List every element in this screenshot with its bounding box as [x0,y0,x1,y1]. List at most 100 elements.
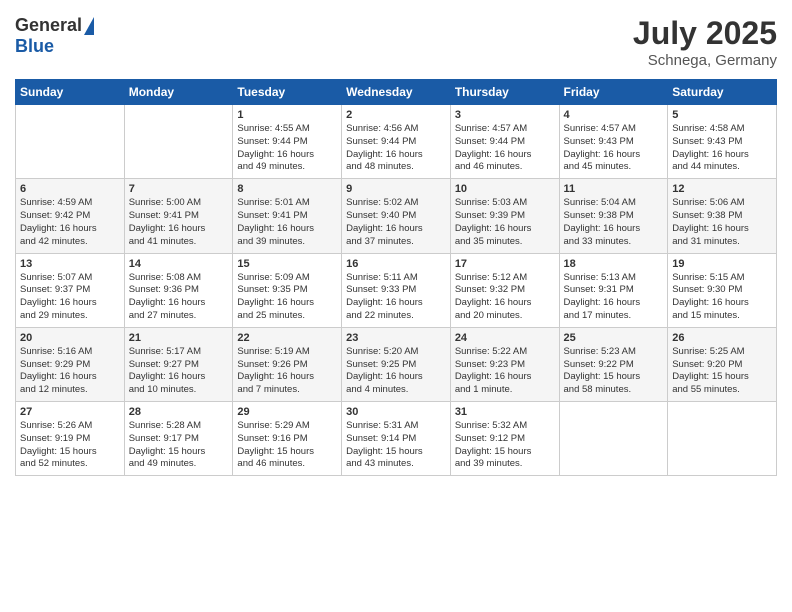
calendar-cell: 26 Sunrise: 5:25 AM Sunset: 9:20 PM Dayli… [668,327,777,401]
day-info: Sunrise: 5:15 AM Sunset: 9:30 PM Dayligh… [672,272,772,323]
day-number: 3 [455,109,555,121]
day-number: 2 [346,109,446,121]
day-info: Sunrise: 5:23 AM Sunset: 9:22 PM Dayligh… [564,346,664,397]
day-number: 14 [129,258,229,270]
calendar-cell: 20Sunrise: 5:16 AM Sunset: 9:29 PM Dayli… [16,327,125,401]
day-info: Sunrise: 4:59 AM Sunset: 9:42 PM Dayligh… [20,197,120,248]
day-info: Sunrise: 5:07 AM Sunset: 9:37 PM Dayligh… [20,272,120,323]
day-number: 18 [564,258,664,270]
weekday-header-row: SundayMondayTuesdayWednesdayThursdayFrid… [16,80,777,105]
weekday-header-saturday: Saturday [668,80,777,105]
calendar-cell: 29 Sunrise: 5:29 AM Sunset: 9:16 PM Dayli… [233,402,342,476]
day-number: 28 [129,406,229,418]
calendar-cell: 1Sunrise: 4:55 AM Sunset: 9:44 PM Daylig… [233,105,342,179]
day-info: Sunrise: 5:11 AM Sunset: 9:33 PM Dayligh… [346,272,446,323]
weekday-header-sunday: Sunday [16,80,125,105]
calendar-cell: 12 Sunrise: 5:06 AM Sunset: 9:38 PM Dayli… [668,179,777,253]
calendar-week-row: 6 Sunrise: 4:59 AM Sunset: 9:42 PM Daylig… [16,179,777,253]
day-info: Sunrise: 5:22 AM Sunset: 9:23 PM Dayligh… [455,346,555,397]
day-info: Sunrise: 5:09 AM Sunset: 9:35 PM Dayligh… [237,272,337,323]
day-number: 11 [564,183,664,195]
calendar-cell: 2 Sunrise: 4:56 AM Sunset: 9:44 PM Daylig… [342,105,451,179]
weekday-header-wednesday: Wednesday [342,80,451,105]
calendar-cell: 8Sunrise: 5:01 AM Sunset: 9:41 PM Daylig… [233,179,342,253]
day-number: 19 [672,258,772,270]
day-number: 10 [455,183,555,195]
calendar-cell: 31 Sunrise: 5:32 AM Sunset: 9:12 PM Dayli… [450,402,559,476]
calendar-week-row: 27Sunrise: 5:26 AM Sunset: 9:19 PM Dayli… [16,402,777,476]
day-info: Sunrise: 5:02 AM Sunset: 9:40 PM Dayligh… [346,197,446,248]
calendar-cell: 7 Sunrise: 5:00 AM Sunset: 9:41 PM Daylig… [124,179,233,253]
calendar-cell: 17 Sunrise: 5:12 AM Sunset: 9:32 PM Dayli… [450,253,559,327]
day-info: Sunrise: 5:20 AM Sunset: 9:25 PM Dayligh… [346,346,446,397]
calendar-cell: 4Sunrise: 4:57 AM Sunset: 9:43 PM Daylig… [559,105,668,179]
day-number: 24 [455,332,555,344]
day-info: Sunrise: 5:16 AM Sunset: 9:29 PM Dayligh… [20,346,120,397]
day-info: Sunrise: 4:56 AM Sunset: 9:44 PM Dayligh… [346,123,446,174]
calendar-cell: 22Sunrise: 5:19 AM Sunset: 9:26 PM Dayli… [233,327,342,401]
logo-triangle-icon [84,17,94,35]
calendar-cell: 11 Sunrise: 5:04 AM Sunset: 9:38 PM Dayli… [559,179,668,253]
day-info: Sunrise: 5:29 AM Sunset: 9:16 PM Dayligh… [237,420,337,471]
calendar-cell: 13Sunrise: 5:07 AM Sunset: 9:37 PM Dayli… [16,253,125,327]
day-number: 25 [564,332,664,344]
day-number: 16 [346,258,446,270]
weekday-header-thursday: Thursday [450,80,559,105]
day-info: Sunrise: 5:25 AM Sunset: 9:20 PM Dayligh… [672,346,772,397]
calendar-cell: 16 Sunrise: 5:11 AM Sunset: 9:33 PM Dayli… [342,253,451,327]
day-info: Sunrise: 5:26 AM Sunset: 9:19 PM Dayligh… [20,420,120,471]
day-info: Sunrise: 5:31 AM Sunset: 9:14 PM Dayligh… [346,420,446,471]
day-number: 21 [129,332,229,344]
day-number: 31 [455,406,555,418]
calendar-cell: 28 Sunrise: 5:28 AM Sunset: 9:17 PM Dayli… [124,402,233,476]
day-info: Sunrise: 5:32 AM Sunset: 9:12 PM Dayligh… [455,420,555,471]
calendar-cell [668,402,777,476]
calendar-week-row: 1Sunrise: 4:55 AM Sunset: 9:44 PM Daylig… [16,105,777,179]
day-info: Sunrise: 5:12 AM Sunset: 9:32 PM Dayligh… [455,272,555,323]
day-number: 12 [672,183,772,195]
day-number: 6 [20,183,120,195]
day-info: Sunrise: 4:58 AM Sunset: 9:43 PM Dayligh… [672,123,772,174]
page-header: General Blue July 2025 Schnega, Germany [15,15,777,69]
day-number: 9 [346,183,446,195]
logo-blue-text: Blue [15,36,54,57]
calendar-cell: 10 Sunrise: 5:03 AM Sunset: 9:39 PM Dayli… [450,179,559,253]
weekday-header-tuesday: Tuesday [233,80,342,105]
day-info: Sunrise: 5:08 AM Sunset: 9:36 PM Dayligh… [129,272,229,323]
day-info: Sunrise: 5:06 AM Sunset: 9:38 PM Dayligh… [672,197,772,248]
day-info: Sunrise: 5:04 AM Sunset: 9:38 PM Dayligh… [564,197,664,248]
day-info: Sunrise: 5:03 AM Sunset: 9:39 PM Dayligh… [455,197,555,248]
day-number: 30 [346,406,446,418]
day-number: 4 [564,109,664,121]
weekday-header-friday: Friday [559,80,668,105]
calendar-cell: 23Sunrise: 5:20 AM Sunset: 9:25 PM Dayli… [342,327,451,401]
calendar-cell [559,402,668,476]
day-info: Sunrise: 4:57 AM Sunset: 9:44 PM Dayligh… [455,123,555,174]
calendar-table: SundayMondayTuesdayWednesdayThursdayFrid… [15,79,777,476]
day-number: 5 [672,109,772,121]
calendar-cell: 9 Sunrise: 5:02 AM Sunset: 9:40 PM Daylig… [342,179,451,253]
day-number: 17 [455,258,555,270]
calendar-cell: 27Sunrise: 5:26 AM Sunset: 9:19 PM Dayli… [16,402,125,476]
calendar-week-row: 20Sunrise: 5:16 AM Sunset: 9:29 PM Dayli… [16,327,777,401]
month-year-title: July 2025 [633,15,777,52]
day-info: Sunrise: 5:13 AM Sunset: 9:31 PM Dayligh… [564,272,664,323]
calendar-cell [124,105,233,179]
calendar-cell: 14 Sunrise: 5:08 AM Sunset: 9:36 PM Dayli… [124,253,233,327]
day-number: 1 [237,109,337,121]
day-info: Sunrise: 5:00 AM Sunset: 9:41 PM Dayligh… [129,197,229,248]
day-number: 22 [237,332,337,344]
day-number: 26 [672,332,772,344]
calendar-cell: 30 Sunrise: 5:31 AM Sunset: 9:14 PM Dayli… [342,402,451,476]
calendar-cell: 3 Sunrise: 4:57 AM Sunset: 9:44 PM Daylig… [450,105,559,179]
title-block: July 2025 Schnega, Germany [633,15,777,69]
day-number: 7 [129,183,229,195]
day-number: 29 [237,406,337,418]
day-info: Sunrise: 5:28 AM Sunset: 9:17 PM Dayligh… [129,420,229,471]
calendar-cell: 19 Sunrise: 5:15 AM Sunset: 9:30 PM Dayli… [668,253,777,327]
day-info: Sunrise: 5:01 AM Sunset: 9:41 PM Dayligh… [237,197,337,248]
calendar-cell [16,105,125,179]
calendar-cell: 15 Sunrise: 5:09 AM Sunset: 9:35 PM Dayli… [233,253,342,327]
calendar-cell: 5 Sunrise: 4:58 AM Sunset: 9:43 PM Daylig… [668,105,777,179]
day-number: 15 [237,258,337,270]
